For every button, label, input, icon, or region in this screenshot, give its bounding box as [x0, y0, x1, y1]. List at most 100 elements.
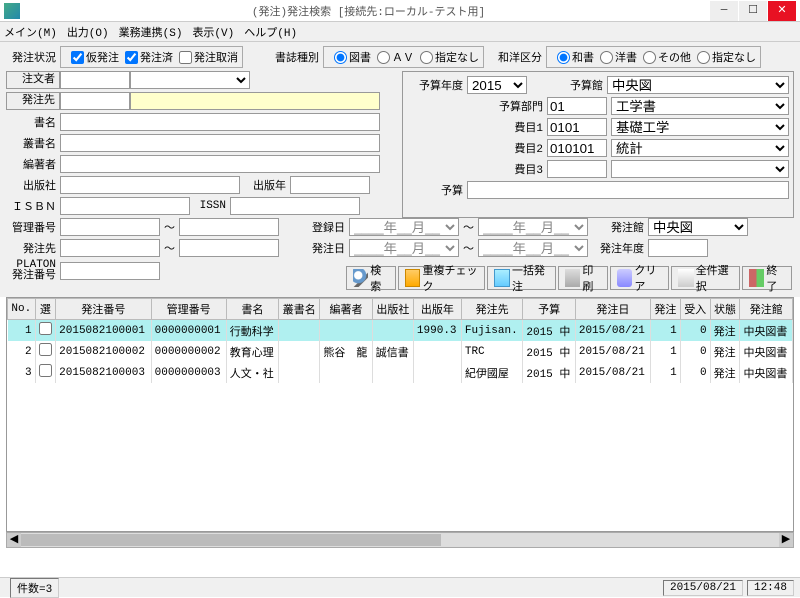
close-button[interactable]: ✕ [768, 1, 796, 21]
label-hacchubi: 発注日 [299, 240, 349, 256]
titlebar: (発注)発注検索 [接続先:ローカル-テスト用] ─ ☐ ✕ [0, 0, 800, 22]
input-hacchubi-to[interactable]: ____年__月__日 [478, 239, 588, 257]
menu-output[interactable]: 出力(O) [67, 24, 109, 40]
col-header[interactable]: 発注 [650, 299, 680, 320]
label-hacchusaki: 発注先 [6, 92, 60, 110]
input-hacchu-to[interactable] [179, 239, 279, 257]
input-touroku-to[interactable]: ____年__月__日 [478, 218, 588, 236]
btn-dup[interactable]: 重複チェック [398, 266, 486, 290]
input-himoku1-code[interactable] [547, 118, 607, 136]
chk-sumi[interactable] [125, 51, 138, 64]
row-checkbox[interactable] [39, 364, 52, 377]
col-header[interactable]: No. [8, 299, 36, 320]
input-isbn[interactable] [60, 197, 190, 215]
maximize-button[interactable]: ☐ [739, 1, 767, 21]
input-kanri-from[interactable] [60, 218, 160, 236]
table-row[interactable]: 320150821000030000000003人文・社紀伊國屋2015 中20… [8, 362, 793, 383]
input-bumon-code[interactable] [547, 97, 607, 115]
col-header[interactable]: 選 [35, 299, 56, 320]
scroll-left-icon[interactable]: ◀ [7, 533, 21, 547]
btn-selall[interactable]: 全件選択 [671, 266, 740, 290]
col-header[interactable]: 状態 [710, 299, 740, 320]
menu-help[interactable]: ヘルプ(H) [244, 24, 297, 40]
select-yosan-nendo[interactable]: 2015 [467, 76, 527, 94]
col-header[interactable]: 編著者 [320, 299, 372, 320]
menu-main[interactable]: メイン(M) [4, 24, 57, 40]
input-kanri-to[interactable] [179, 218, 279, 236]
btn-exit[interactable]: 終了 [742, 266, 792, 290]
col-header[interactable]: 発注先 [461, 299, 523, 320]
label-bumon: 予算部門 [407, 98, 547, 114]
input-hacchusaki-code[interactable] [60, 92, 130, 110]
rad-av[interactable] [377, 51, 390, 64]
status-count: 件数=3 [10, 578, 59, 598]
scroll-thumb[interactable] [21, 534, 441, 546]
select-chumon[interactable] [130, 71, 250, 89]
btn-print[interactable]: 印刷 [558, 266, 608, 290]
rad-nashi2[interactable] [697, 51, 710, 64]
input-touroku-from[interactable]: ____年__月__日 [349, 218, 459, 236]
btn-search[interactable]: 検索 [346, 266, 396, 290]
col-header[interactable]: 叢書名 [279, 299, 320, 320]
col-header[interactable]: 発注館 [740, 299, 793, 320]
chk-torikeshi[interactable] [179, 51, 192, 64]
menu-view[interactable]: 表示(V) [192, 24, 234, 40]
label-sousho: 叢書名 [6, 135, 60, 151]
btn-batch[interactable]: 一括発注 [487, 266, 556, 290]
input-chumon-code[interactable] [60, 71, 130, 89]
input-issn[interactable] [230, 197, 360, 215]
table-row[interactable]: 220150821000020000000002教育心理熊谷 龍誠信書TRC20… [8, 341, 793, 362]
select-himoku2[interactable]: 統計 [611, 139, 789, 157]
input-hacchusaki-name[interactable] [130, 92, 380, 110]
row-checkbox[interactable] [39, 343, 52, 356]
input-pub[interactable] [60, 176, 240, 194]
select-hacchukan[interactable]: 中央図 [648, 218, 748, 236]
menu-link[interactable]: 業務連携(S) [119, 24, 183, 40]
result-grid[interactable]: No.選発注番号管理番号書名叢書名編著者出版社出版年発注先予算発注日発注受入状態… [6, 297, 794, 532]
input-himoku2-code[interactable] [547, 139, 607, 157]
label-yosan-nendo: 予算年度 [407, 77, 467, 93]
col-header[interactable]: 出版社 [372, 299, 413, 320]
table-row[interactable]: 120150821000010000000001行動科学1990.3Fujisa… [8, 320, 793, 342]
minimize-button[interactable]: ─ [710, 1, 738, 21]
group-wayo: 和書 洋書 その他 指定なし [546, 46, 761, 68]
input-hacchu-nendo[interactable] [648, 239, 708, 257]
input-platon[interactable] [60, 262, 160, 280]
select-yosankan[interactable]: 中央図 [607, 76, 789, 94]
status-time: 12:48 [747, 580, 794, 596]
rad-tosho[interactable] [334, 51, 347, 64]
btn-clear[interactable]: クリア [610, 266, 669, 290]
col-header[interactable]: 管理番号 [151, 299, 226, 320]
input-sousho[interactable] [60, 134, 380, 152]
input-yosan[interactable] [467, 181, 789, 199]
label-himoku3: 費目3 [407, 161, 547, 177]
chk-kari[interactable] [71, 51, 84, 64]
select-himoku3[interactable] [611, 160, 789, 178]
rad-washo[interactable] [557, 51, 570, 64]
hscrollbar[interactable]: ◀ ▶ [6, 532, 794, 548]
label-order-status: 発注状況 [6, 49, 60, 65]
input-hacchu-from[interactable] [60, 239, 160, 257]
rad-nashi1[interactable] [420, 51, 433, 64]
rad-yosho[interactable] [600, 51, 613, 64]
input-shomei[interactable] [60, 113, 380, 131]
group-shoshi: 図書 ＡＶ 指定なし [323, 46, 484, 68]
row-checkbox[interactable] [39, 322, 52, 335]
label-hacchu2: 発注先 [6, 240, 60, 256]
select-himoku1[interactable]: 基礎工学 [611, 118, 789, 136]
batch-icon [494, 269, 510, 287]
col-header[interactable]: 発注日 [575, 299, 650, 320]
input-hensha[interactable] [60, 155, 380, 173]
col-header[interactable]: 受入 [680, 299, 710, 320]
col-header[interactable]: 書名 [226, 299, 278, 320]
group-order-status: 仮発注 発注済 発注取消 [60, 46, 243, 68]
scroll-right-icon[interactable]: ▶ [779, 533, 793, 547]
input-himoku3-code[interactable] [547, 160, 607, 178]
col-header[interactable]: 発注番号 [56, 299, 151, 320]
col-header[interactable]: 出版年 [413, 299, 461, 320]
rad-sonota[interactable] [643, 51, 656, 64]
select-bumon[interactable]: 工学書 [611, 97, 789, 115]
input-puby[interactable] [290, 176, 370, 194]
input-hacchubi-from[interactable]: ____年__月__日 [349, 239, 459, 257]
col-header[interactable]: 予算 [523, 299, 575, 320]
